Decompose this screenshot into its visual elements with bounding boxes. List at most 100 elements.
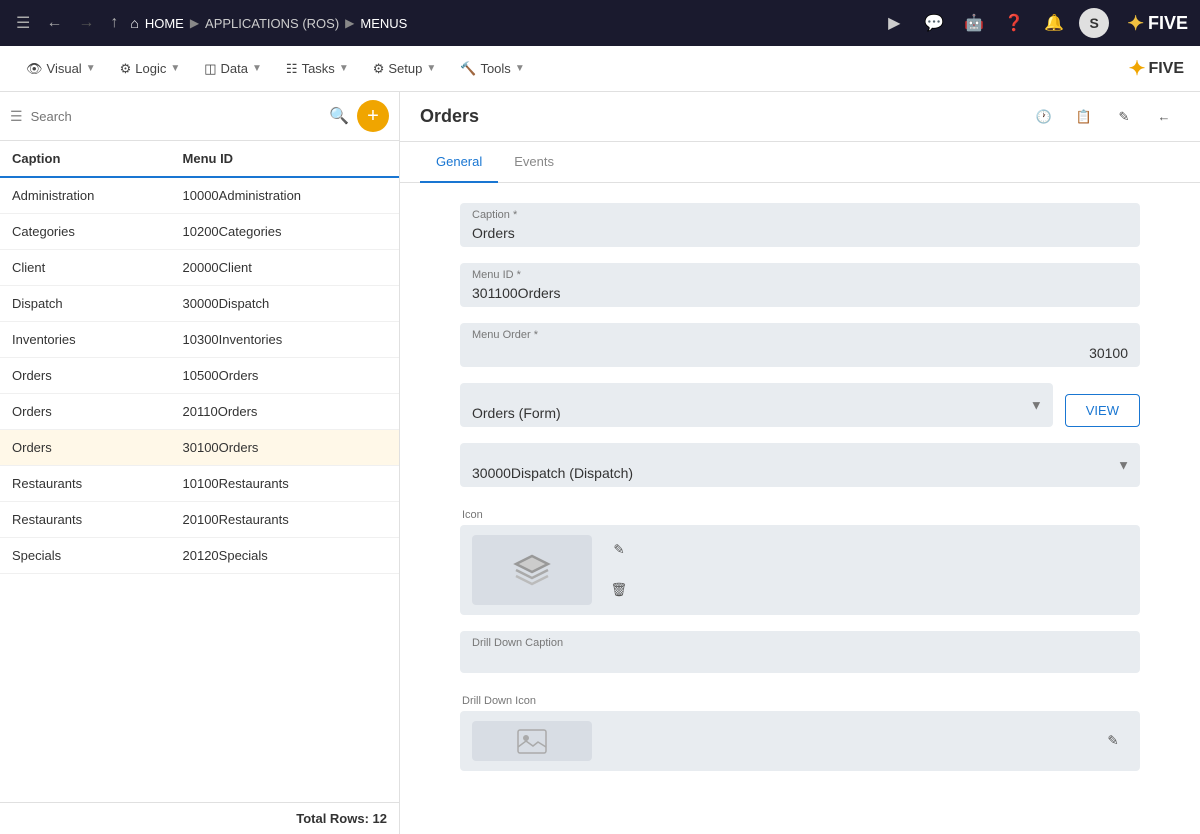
caption-label: Caption * — [472, 209, 517, 221]
top-nav-bar: ☰ ← → ↑ ⌂ HOME ▶ APPLICATIONS (ROS) ▶ ME… — [0, 0, 1200, 46]
icon-field: Icon ✎ 🗑 — [460, 503, 1140, 615]
caption-cell: Restaurants — [0, 502, 171, 538]
breadcrumb-apps[interactable]: APPLICATIONS (ROS) — [205, 16, 339, 31]
form-area: Caption * Menu ID * Menu Order * Action — [400, 183, 1200, 834]
add-button[interactable]: + — [357, 100, 389, 132]
drill-down-icon-edit-button[interactable]: ✎ — [1098, 726, 1128, 756]
logic-chevron: ▼ — [170, 63, 180, 74]
five-logo-toolbar: ✦ FIVE — [1129, 56, 1184, 81]
back-icon[interactable]: ← — [42, 10, 66, 36]
toolbar-setup[interactable]: ⚙ Setup ▼ — [363, 55, 447, 83]
parent-menu-field: Parent Menu ▼ — [460, 443, 1140, 487]
home-icon[interactable]: ⌂ — [130, 15, 138, 31]
toolbar-data-label: Data — [221, 61, 248, 76]
search-icon[interactable]: 🔍 — [329, 106, 349, 126]
breadcrumb: ⌂ HOME ▶ APPLICATIONS (ROS) ▶ MENUS — [130, 15, 871, 31]
table-row[interactable]: Orders 10500Orders — [0, 358, 399, 394]
toolbar-visual[interactable]: 👁 Visual ▼ — [16, 55, 106, 83]
close-icon[interactable]: ← — [1148, 101, 1180, 133]
hamburger-icon[interactable]: ☰ — [12, 9, 34, 37]
copy-icon[interactable]: 📋 — [1068, 101, 1100, 133]
caption-cell: Orders — [0, 394, 171, 430]
table-row[interactable]: Restaurants 20100Restaurants — [0, 502, 399, 538]
clock-icon[interactable]: 🕐 — [1028, 101, 1060, 133]
menu-order-input[interactable] — [460, 323, 1140, 367]
table-row[interactable]: Client 20000Client — [0, 250, 399, 286]
breadcrumb-home[interactable]: HOME — [145, 16, 184, 31]
five-logo: ✦FIVE — [1127, 11, 1188, 36]
table-row[interactable]: Dispatch 30000Dispatch — [0, 286, 399, 322]
user-avatar[interactable]: S — [1079, 8, 1109, 38]
table-row[interactable]: Orders 20110Orders — [0, 394, 399, 430]
gear-icon: ⚙ — [373, 61, 385, 77]
caption-cell: Inventories — [0, 322, 171, 358]
help-icon[interactable]: ❓ — [999, 8, 1029, 38]
menu-id-cell: 10000Administration — [171, 177, 399, 214]
caption-cell: Orders — [0, 430, 171, 466]
filter-icon[interactable]: ☰ — [10, 108, 23, 125]
action-row: Action ▼ VIEW — [460, 383, 1140, 443]
menu-id-cell: 20100Restaurants — [171, 502, 399, 538]
drill-down-icon-body: ✎ — [460, 711, 1140, 771]
caption-field: Caption * — [460, 203, 1140, 247]
icon-edit-button[interactable]: ✎ — [604, 535, 634, 565]
toolbar-visual-label: Visual — [47, 61, 82, 76]
menuid-header: Menu ID — [171, 141, 399, 177]
icon-delete-button[interactable]: 🗑 — [604, 575, 634, 605]
caption-header: Caption — [0, 141, 171, 177]
breadcrumb-sep-2: ▶ — [345, 16, 354, 30]
play-icon[interactable]: ▶ — [879, 8, 909, 38]
drill-down-icon-preview — [472, 721, 592, 761]
table-row[interactable]: Specials 20120Specials — [0, 538, 399, 574]
bell-icon[interactable]: 🔔 — [1039, 8, 1069, 38]
drill-down-icon-label: Drill Down Icon — [460, 689, 1140, 711]
wrench-icon: 🔨 — [460, 61, 476, 77]
left-panel: ☰ 🔍 + Caption Menu ID Administration 100… — [0, 92, 400, 834]
toolbar-tasks-label: Tasks — [302, 61, 335, 76]
table-row[interactable]: Inventories 10300Inventories — [0, 322, 399, 358]
toolbar-logic[interactable]: ⚙ Logic ▼ — [110, 55, 191, 83]
tab-events[interactable]: Events — [498, 142, 570, 183]
breadcrumb-menus[interactable]: MENUS — [360, 16, 407, 31]
tasks-icon: ☷ — [286, 61, 298, 77]
tools-chevron: ▼ — [515, 63, 525, 74]
parent-menu-input[interactable] — [460, 443, 1140, 487]
forward-icon[interactable]: → — [74, 10, 98, 36]
nav-right-actions: ▶ 💬 🤖 ❓ 🔔 S ✦FIVE — [879, 8, 1188, 38]
toolbar-logic-label: Logic — [135, 61, 166, 76]
drill-down-icon-field: Drill Down Icon ✎ — [460, 689, 1140, 771]
list-table: Caption Menu ID Administration 10000Admi… — [0, 141, 399, 574]
toolbar-tools[interactable]: 🔨 Tools ▼ — [450, 55, 534, 83]
view-button[interactable]: VIEW — [1065, 394, 1140, 427]
eye-icon: 👁 — [26, 61, 43, 77]
menu-id-input[interactable] — [460, 263, 1140, 307]
list-scroll[interactable]: Caption Menu ID Administration 10000Admi… — [0, 141, 399, 802]
logic-icon: ⚙ — [120, 61, 132, 77]
breadcrumb-sep-1: ▶ — [190, 16, 199, 30]
robot-icon[interactable]: 🤖 — [959, 8, 989, 38]
caption-cell: Client — [0, 250, 171, 286]
table-row[interactable]: Orders 30100Orders — [0, 430, 399, 466]
toolbar-data[interactable]: ◫ Data ▼ — [194, 55, 272, 83]
menu-id-cell: 10500Orders — [171, 358, 399, 394]
caption-cell: Dispatch — [0, 286, 171, 322]
table-row[interactable]: Restaurants 10100Restaurants — [0, 466, 399, 502]
action-input[interactable] — [460, 383, 1053, 427]
menu-id-cell: 20120Specials — [171, 538, 399, 574]
right-header: Orders 🕐 📋 ✎ ← — [400, 92, 1200, 142]
table-row[interactable]: Administration 10000Administration — [0, 177, 399, 214]
table-row[interactable]: Categories 10200Categories — [0, 214, 399, 250]
toolbar-tasks[interactable]: ☷ Tasks ▼ — [276, 55, 359, 83]
icon-preview — [472, 535, 592, 605]
tab-general[interactable]: General — [420, 142, 498, 183]
page-title: Orders — [420, 106, 1028, 127]
caption-input[interactable] — [460, 203, 1140, 247]
edit-icon[interactable]: ✎ — [1108, 101, 1140, 133]
header-actions: 🕐 📋 ✎ ← — [1028, 101, 1180, 133]
chat-icon[interactable]: 💬 — [919, 8, 949, 38]
drill-down-caption-field: Drill Down Caption — [460, 631, 1140, 673]
up-icon[interactable]: ↑ — [106, 10, 122, 36]
table-header: Caption Menu ID — [0, 141, 399, 177]
menu-id-cell: 10300Inventories — [171, 322, 399, 358]
search-input[interactable] — [31, 109, 322, 124]
